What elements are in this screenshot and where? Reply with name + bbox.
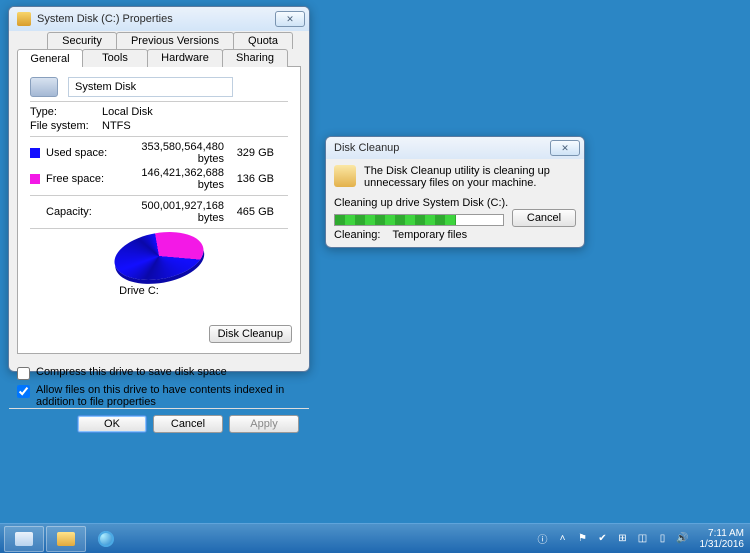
tab-security[interactable]: Security: [47, 32, 117, 49]
free-gb: 136 GB: [224, 173, 274, 185]
tab-general[interactable]: General: [17, 49, 83, 67]
close-button[interactable]: ✕: [275, 11, 305, 27]
index-checkbox[interactable]: [17, 385, 30, 398]
tab-row-front: General Tools Hardware Sharing: [17, 49, 301, 67]
volume-icon[interactable]: 🔊: [676, 532, 690, 546]
info-icon[interactable]: ⓘ: [536, 532, 550, 546]
ok-button[interactable]: OK: [77, 415, 147, 433]
shield-icon[interactable]: ◫: [636, 532, 650, 546]
apply-button[interactable]: Apply: [229, 415, 299, 433]
filesystem-label: File system:: [30, 120, 102, 132]
tab-previous-versions[interactable]: Previous Versions: [116, 32, 234, 49]
network-icon[interactable]: ▯: [656, 532, 670, 546]
used-label: Used space:: [46, 147, 114, 159]
tab-hardware[interactable]: Hardware: [147, 49, 223, 67]
taskbar-app-folder[interactable]: [46, 526, 86, 552]
system-tray: ⓘ ˄ ⚑ ✔ ⊞ ◫ ▯ 🔊 7:11 AM 1/31/2016: [536, 528, 750, 550]
free-color-swatch: [30, 174, 40, 184]
cleanup-close-button[interactable]: ✕: [550, 140, 580, 156]
capacity-label: Capacity:: [46, 206, 114, 218]
taskbar: ⓘ ˄ ⚑ ✔ ⊞ ◫ ▯ 🔊 7:11 AM 1/31/2016: [0, 523, 750, 553]
chevron-up-icon[interactable]: ˄: [556, 532, 570, 546]
window-title: System Disk (C:) Properties: [37, 13, 269, 25]
disk-cleanup-button[interactable]: Disk Cleanup: [209, 325, 292, 343]
disk-usage-pie-chart: [111, 226, 208, 287]
clock-time: 7:11 AM: [700, 528, 745, 539]
filesystem-value: NTFS: [102, 120, 131, 132]
compress-checkbox[interactable]: [17, 367, 30, 380]
free-label: Free space:: [46, 173, 114, 185]
properties-titlebar[interactable]: System Disk (C:) Properties ✕: [9, 7, 309, 31]
type-label: Type:: [30, 106, 102, 118]
tab-sharing[interactable]: Sharing: [222, 49, 288, 67]
sync-icon[interactable]: ✔: [596, 532, 610, 546]
disk-icon: [17, 12, 31, 26]
cleanup-status-label: Cleaning:: [334, 229, 380, 241]
index-label: Allow files on this drive to have conten…: [36, 384, 301, 408]
cleanup-progress-bar: [334, 214, 504, 226]
tab-quota[interactable]: Quota: [233, 32, 293, 49]
cleanup-titlebar[interactable]: Disk Cleanup ✕: [326, 137, 584, 159]
tab-tools[interactable]: Tools: [82, 49, 148, 67]
volume-label-input[interactable]: [68, 77, 233, 97]
drive-caption: Drive C:: [30, 285, 288, 297]
tab-panel-general: Type: Local Disk File system: NTFS Used …: [17, 66, 301, 354]
clock-date: 1/31/2016: [700, 539, 745, 550]
used-gb: 329 GB: [224, 147, 274, 159]
free-bytes: 146,421,362,688 bytes: [114, 167, 224, 191]
capacity-bytes: 500,001,927,168 bytes: [114, 200, 224, 224]
compress-label: Compress this drive to save disk space: [36, 366, 227, 378]
cleanup-progress-label: Cleaning up drive System Disk (C:).: [334, 197, 576, 209]
cancel-button[interactable]: Cancel: [153, 415, 223, 433]
cleanup-status-value: Temporary files: [393, 229, 468, 241]
update-icon[interactable]: ⊞: [616, 532, 630, 546]
used-color-swatch: [30, 148, 40, 158]
broom-icon: [334, 165, 356, 187]
tab-row-back: Security Previous Versions Quota: [17, 32, 301, 49]
type-value: Local Disk: [102, 106, 153, 118]
flag-icon[interactable]: ⚑: [576, 532, 590, 546]
drive-icon: [30, 77, 58, 97]
cleanup-cancel-button[interactable]: Cancel: [512, 209, 576, 227]
disk-cleanup-dialog: Disk Cleanup ✕ The Disk Cleanup utility …: [325, 136, 585, 248]
taskbar-app-explorer[interactable]: [4, 526, 44, 552]
cleanup-message: The Disk Cleanup utility is cleaning up …: [364, 165, 576, 189]
properties-dialog: System Disk (C:) Properties ✕ Security P…: [8, 6, 310, 372]
cleanup-title: Disk Cleanup: [334, 142, 544, 154]
capacity-gb: 465 GB: [224, 206, 274, 218]
clock[interactable]: 7:11 AM 1/31/2016: [700, 528, 745, 550]
taskbar-app-ie[interactable]: [86, 526, 126, 552]
used-bytes: 353,580,564,480 bytes: [114, 141, 224, 165]
